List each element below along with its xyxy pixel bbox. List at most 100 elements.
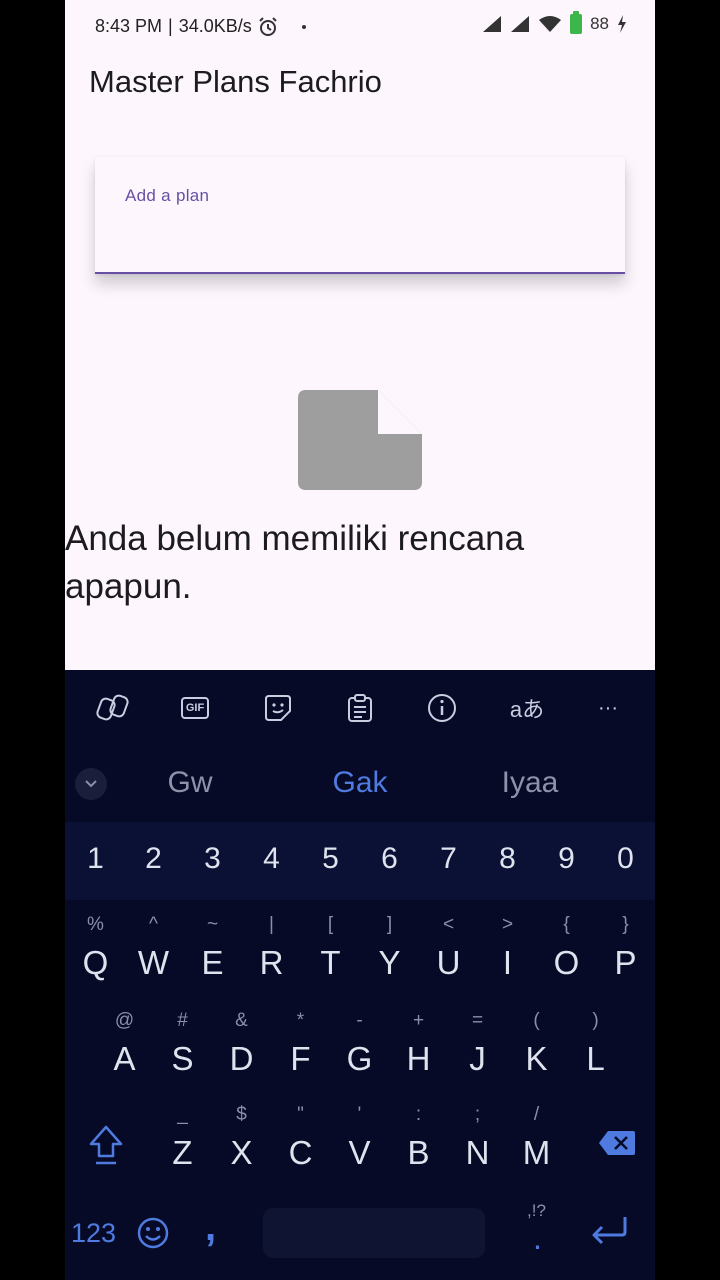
key-m[interactable]: / M bbox=[507, 1104, 566, 1194]
key-k[interactable]: (K bbox=[507, 1010, 566, 1100]
key-5[interactable]: 5 bbox=[301, 842, 360, 876]
plan-input-label: Add a plan bbox=[125, 186, 210, 205]
comma-key[interactable]: , bbox=[205, 1205, 216, 1250]
shift-icon bbox=[89, 1125, 123, 1165]
key-label: T bbox=[320, 944, 341, 981]
key-3[interactable]: 3 bbox=[183, 842, 242, 876]
enter-key[interactable] bbox=[589, 1214, 629, 1253]
key-label: V bbox=[348, 1134, 371, 1171]
gif-icon[interactable]: GIF bbox=[177, 690, 213, 726]
key-r[interactable]: | R bbox=[242, 914, 301, 1004]
key-hint: / bbox=[533, 1104, 540, 1125]
key-1[interactable]: 1 bbox=[66, 842, 125, 876]
key-e[interactable]: ~ E bbox=[183, 914, 242, 1004]
key-n[interactable]: ; N bbox=[448, 1104, 507, 1194]
key-label: D bbox=[229, 1040, 254, 1077]
key-j[interactable]: = J bbox=[448, 1010, 507, 1100]
key-q[interactable]: % Q bbox=[66, 914, 125, 1004]
key-v[interactable]: ' V bbox=[330, 1104, 389, 1194]
key-hint: | bbox=[269, 914, 274, 935]
key-label: K bbox=[525, 1040, 548, 1077]
key-7[interactable]: 7 bbox=[419, 842, 478, 876]
signal-icon bbox=[483, 16, 502, 32]
key-6[interactable]: 6 bbox=[360, 842, 419, 876]
emoji-key[interactable] bbox=[136, 1216, 170, 1255]
backspace-key[interactable] bbox=[588, 1104, 647, 1194]
sticker-icon[interactable] bbox=[260, 690, 296, 726]
status-right: 88 bbox=[482, 11, 627, 34]
key-p[interactable]: } P bbox=[596, 914, 655, 1004]
key-t[interactable]: [T bbox=[301, 914, 360, 1004]
key-hint: % bbox=[87, 914, 104, 935]
period-key-hint: ,!? bbox=[527, 1201, 546, 1220]
key-label: I bbox=[502, 944, 513, 981]
key-a[interactable]: @ A bbox=[95, 1010, 154, 1100]
more-icon[interactable]: ··· bbox=[590, 690, 626, 726]
key-hint: ; bbox=[474, 1104, 481, 1125]
key-hint: [ bbox=[327, 914, 334, 935]
key-label: B bbox=[407, 1134, 430, 1171]
battery-icon bbox=[570, 11, 583, 34]
key-hint: ^ bbox=[149, 914, 158, 935]
note-icon bbox=[298, 390, 422, 490]
numbers-key[interactable]: 123 bbox=[71, 1218, 116, 1249]
plan-text-field[interactable]: Add a plan bbox=[95, 157, 625, 274]
key-b[interactable]: :B bbox=[389, 1104, 448, 1194]
status-left: 8:43 PM | 34.0KB/s bbox=[95, 16, 306, 37]
key-label: Y bbox=[378, 944, 401, 981]
key-hint: & bbox=[235, 1010, 248, 1031]
key-w[interactable]: ^ W bbox=[124, 914, 183, 1004]
key-z[interactable]: _ Z bbox=[153, 1104, 212, 1194]
space-bar[interactable] bbox=[263, 1208, 485, 1258]
translate-icon[interactable]: aあ bbox=[507, 690, 547, 726]
key-hint: > bbox=[501, 914, 514, 935]
plan-input[interactable] bbox=[125, 215, 599, 253]
signal-icon bbox=[511, 16, 530, 32]
shift-key[interactable] bbox=[75, 1104, 134, 1194]
key-8[interactable]: 8 bbox=[478, 842, 537, 876]
suggestion-1[interactable]: Gw bbox=[105, 766, 275, 800]
copilot-icon[interactable] bbox=[95, 690, 131, 726]
key-label: M bbox=[522, 1134, 551, 1171]
key-x[interactable]: $ X bbox=[212, 1104, 271, 1194]
key-hint: = bbox=[471, 1010, 484, 1031]
empty-state-message: Anda belum memiliki rencana apapun. bbox=[65, 519, 525, 606]
wifi-icon bbox=[539, 16, 562, 32]
key-4[interactable]: 4 bbox=[242, 842, 301, 876]
key-u[interactable]: < U bbox=[419, 914, 478, 1004]
keyboard-toolbar: GIF aあ ··· bbox=[65, 670, 655, 746]
key-hint: _ bbox=[177, 1104, 188, 1125]
key-h[interactable]: + H bbox=[389, 1010, 448, 1100]
key-label: N bbox=[465, 1134, 490, 1171]
key-hint: ] bbox=[386, 914, 393, 935]
key-label: A bbox=[113, 1040, 136, 1077]
key-i[interactable]: > I bbox=[478, 914, 537, 1004]
key-0[interactable]: 0 bbox=[596, 842, 655, 876]
plan-input-card: Add a plan bbox=[95, 157, 625, 274]
period-key[interactable]: . bbox=[533, 1220, 542, 1257]
key-9[interactable]: 9 bbox=[537, 842, 596, 876]
key-s[interactable]: # S bbox=[153, 1010, 212, 1100]
key-label: O bbox=[553, 944, 580, 981]
backspace-icon bbox=[599, 1131, 635, 1155]
key-label: X bbox=[230, 1134, 253, 1171]
key-2[interactable]: 2 bbox=[124, 842, 183, 876]
key-f[interactable]: * F bbox=[271, 1010, 330, 1100]
key-d[interactable]: & D bbox=[212, 1010, 271, 1100]
enter-icon bbox=[592, 1217, 627, 1245]
status-separator: | bbox=[168, 16, 173, 36]
key-o[interactable]: {O bbox=[537, 914, 596, 1004]
info-icon[interactable] bbox=[424, 690, 460, 726]
alarm-icon bbox=[259, 16, 277, 36]
key-g[interactable]: -G bbox=[330, 1010, 389, 1100]
key-label: G bbox=[346, 1040, 373, 1077]
key-l[interactable]: ) L bbox=[566, 1010, 625, 1100]
suggestion-3[interactable]: Iyaa bbox=[445, 766, 615, 800]
suggestion-2[interactable]: Gak bbox=[275, 766, 445, 800]
charging-icon bbox=[618, 15, 626, 33]
key-y[interactable]: ] Y bbox=[360, 914, 419, 1004]
key-label: H bbox=[406, 1040, 431, 1077]
clipboard-icon[interactable] bbox=[342, 690, 378, 726]
key-c[interactable]: " C bbox=[271, 1104, 330, 1194]
collapse-suggestions-button[interactable] bbox=[75, 768, 107, 800]
